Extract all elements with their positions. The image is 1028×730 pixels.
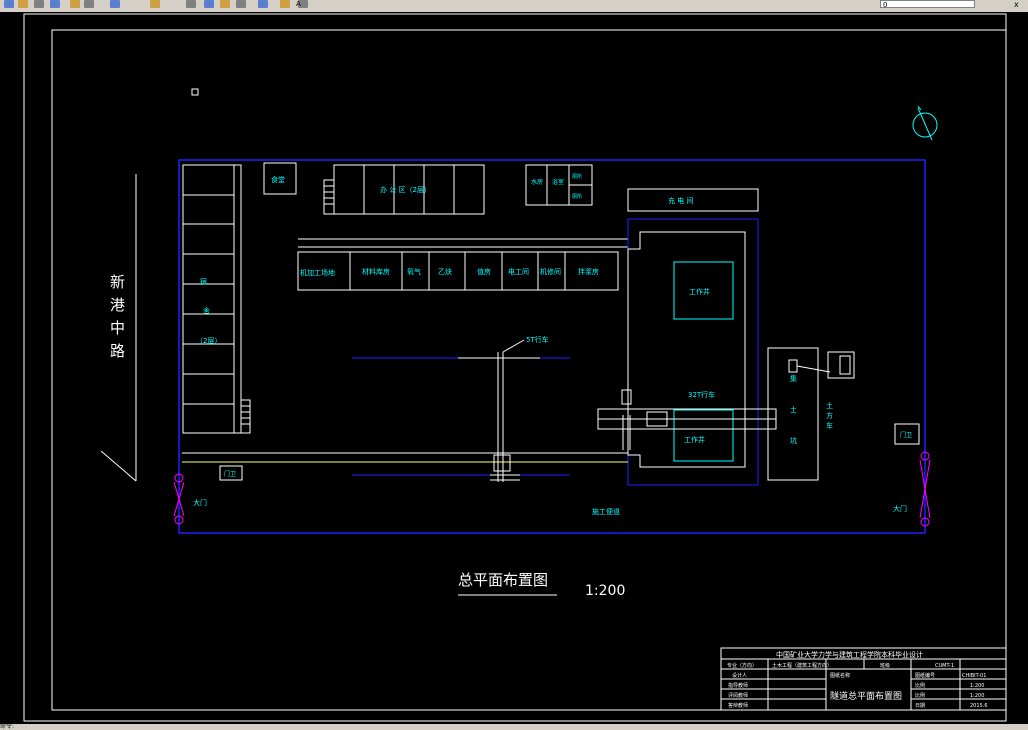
title-block-r4c1: 评阅教师 <box>728 692 748 699</box>
guard-left-label: 门卫 <box>224 470 236 478</box>
muck-pit-label-1: 集 <box>790 374 797 383</box>
water-room-label: 水房 <box>531 178 543 186</box>
dorm-building <box>182 164 251 434</box>
title-block-r2c1: 设计人 <box>732 672 747 679</box>
title-block-r5c6: 2015.6 <box>970 703 988 709</box>
toilet-label-2: 厕所 <box>572 193 582 200</box>
muck-truck-label-1: 土 <box>826 401 833 410</box>
road-name-3: 中 <box>110 319 125 337</box>
gate-left-icon <box>173 473 185 525</box>
crane-32t-label: 32T行车 <box>688 390 715 399</box>
title-block-school: 中国矿业大学力学与建筑工程学院本科毕业设计 <box>776 650 923 659</box>
title-block-r1c5: 图纸编号 <box>915 672 935 679</box>
text-style-icon[interactable] <box>236 0 246 8</box>
guard-right-label: 门卫 <box>900 431 912 439</box>
command-line[interactable]: 命令: <box>0 724 1028 730</box>
zoom-previous-icon[interactable] <box>204 0 214 8</box>
workshop-label-6: 电工间 <box>508 267 529 276</box>
title-block-r2c3: 图纸名称 <box>830 672 850 679</box>
layer-combo[interactable]: 0 <box>880 0 975 9</box>
workshop-label-2: 材料库房 <box>362 267 390 276</box>
shaft-area-blue <box>627 218 759 486</box>
crane-5t-hoist <box>490 454 520 481</box>
road-name-4: 路 <box>110 342 125 360</box>
drawing-title: 总平面布置图 <box>458 571 548 589</box>
title-block-r3c5: 比例 <box>915 682 925 689</box>
title-block-r1c3: 班级 <box>880 662 890 669</box>
title-block-sheet-title: 隧道总平面布置图 <box>830 690 902 702</box>
workshop-label-3: 氧气 <box>407 267 421 276</box>
office-label: 办 公 区（2层） <box>380 185 431 194</box>
north-arrow-icon <box>912 105 938 141</box>
shaft-wall <box>627 231 746 468</box>
title-block-r4c5: 比例 <box>915 692 925 699</box>
title-block-r1c6: CUMT-1 <box>935 663 954 669</box>
title-block-r3c1: 指导教师 <box>728 682 748 689</box>
muck-pit-label-2: 土 <box>790 405 797 414</box>
gate-right-label: 大门 <box>893 504 907 513</box>
close-icon[interactable]: x <box>1014 0 1024 9</box>
muck-truck-label-3: 车 <box>826 421 833 430</box>
road-name-1: 新 <box>110 273 125 291</box>
layer-icon[interactable] <box>280 0 290 8</box>
title-block-r3c6: 1:200 <box>970 683 984 689</box>
title-block-r1c2: 土木工程（建筑工程方向） <box>772 662 832 669</box>
text-style-label[interactable]: A <box>296 0 301 8</box>
title-block-r2c6: CHIBIT-01 <box>962 673 986 679</box>
bath-room-label: 浴室 <box>552 178 564 186</box>
crane-5t-pointer <box>502 339 525 353</box>
print-icon[interactable] <box>50 0 60 8</box>
zoom-window-icon[interactable] <box>186 0 196 8</box>
properties-icon[interactable] <box>220 0 230 8</box>
point-marker <box>191 88 199 96</box>
road-name-2: 港 <box>110 296 125 314</box>
toilet-label-1: 厕所 <box>572 173 582 180</box>
zoom-realtime-icon[interactable] <box>150 0 160 8</box>
workshop-label-1: 机加工场地 <box>300 268 335 277</box>
muck-pit-label-3: 坑 <box>790 436 797 445</box>
road-label: 施工便道 <box>592 507 620 516</box>
road-diagonal <box>100 450 137 482</box>
crane-32t-trolley <box>621 389 668 450</box>
dorm-label-1: 宿 <box>200 277 207 286</box>
crane-5t-label: 5T行车 <box>526 335 549 344</box>
title-block-r4c6: 1:200 <box>970 693 984 699</box>
drawing-canvas[interactable]: 新 港 中 路 宿 舍 （2层） 食堂 办 公 区（2层） 水房 浴室 厕所 厕… <box>0 12 1028 726</box>
canteen-label: 食堂 <box>271 175 285 184</box>
save-icon[interactable] <box>34 0 44 8</box>
shaft-bottom-label: 工作井 <box>684 435 705 444</box>
title-block-r5c5: 日期 <box>915 703 925 709</box>
workshop-label-8: 拌浆房 <box>578 267 599 276</box>
workshop-label-7: 机修间 <box>540 267 561 276</box>
pan-icon[interactable] <box>110 0 120 8</box>
table-icon[interactable] <box>258 0 268 8</box>
workshop-label-5: 值房 <box>477 267 491 276</box>
open-icon[interactable] <box>18 0 28 8</box>
title-block-r5c1: 答辩教师 <box>728 702 748 709</box>
muck-truck-label-2: 方 <box>826 411 833 420</box>
gate-left-label: 大门 <box>193 498 207 507</box>
dorm-label-2: 舍 <box>203 306 210 315</box>
new-icon[interactable] <box>4 0 14 8</box>
workshop-row <box>297 251 619 291</box>
title-block-r1c1: 专业（方向） <box>727 662 757 669</box>
undo-icon[interactable] <box>70 0 80 8</box>
inner-frame <box>51 29 1007 711</box>
redo-icon[interactable] <box>84 0 94 8</box>
outer-frame <box>23 13 1007 722</box>
muck-truck-icon <box>788 351 855 379</box>
dorm-label-3: （2层） <box>196 337 221 345</box>
drawing-scale: 1:200 <box>585 583 625 599</box>
site-boundary <box>178 159 926 534</box>
workshop-label-4: 乙炔 <box>438 267 452 276</box>
charging-room-label: 充 电 间 <box>668 196 693 205</box>
shaft-top-label: 工作井 <box>689 287 710 296</box>
